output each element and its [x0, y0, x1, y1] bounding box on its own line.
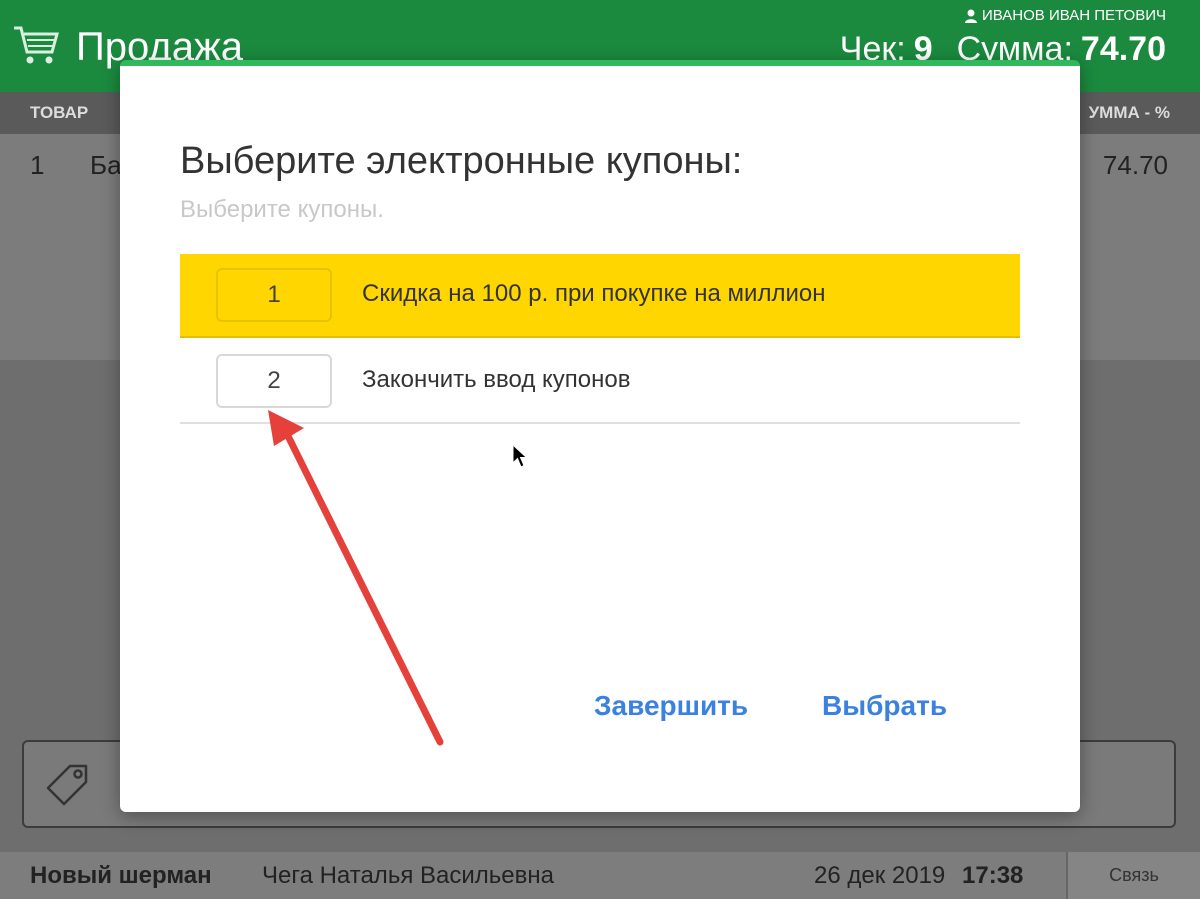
connection-button[interactable]: Связь	[1066, 852, 1200, 899]
option-label: Скидка на 100 р. при покупке на миллион	[362, 280, 826, 307]
shopping-cart-icon	[14, 26, 59, 64]
column-sum: УММА - %	[1088, 103, 1170, 122]
coupon-option-1[interactable]: 1 Скидка на 100 р. при покупке на миллио…	[180, 254, 1020, 338]
row-number: 1	[30, 150, 45, 180]
option-number: 2	[216, 354, 332, 408]
select-button[interactable]: Выбрать	[822, 690, 947, 722]
coupon-option-2[interactable]: 2 Закончить ввод купонов	[180, 340, 1020, 424]
tag-icon	[46, 764, 88, 806]
option-label: Закончить ввод купонов	[362, 366, 631, 393]
option-number: 1	[216, 268, 332, 322]
dialog-title: Выберите электронные купоны:	[180, 140, 743, 182]
status-bar: Новый шерман Чега Наталья Васильевна 26 …	[0, 852, 1200, 899]
cashier-name: Чега Наталья Васильевна	[262, 862, 554, 889]
mouse-cursor-icon	[512, 444, 528, 468]
row-name: Ба	[90, 150, 122, 180]
user-name: ИВАНОВ ИВАН ПЕТОВИЧ	[982, 7, 1166, 24]
user-icon	[965, 9, 978, 23]
coupon-dialog: Выберите электронные купоны: Выберите ку…	[120, 60, 1080, 812]
sum-value: 74.70	[1080, 30, 1166, 68]
row-sum: 74.70	[1102, 150, 1168, 180]
current-time: 17:38	[962, 862, 1024, 889]
finish-button[interactable]: Завершить	[594, 690, 748, 722]
current-date: 26 дек 2019	[814, 862, 946, 889]
current-user: ИВАНОВ ИВАН ПЕТОВИЧ	[964, 6, 1166, 26]
column-product: ТОВАР	[30, 103, 89, 122]
dialog-subtitle: Выберите купоны.	[180, 196, 384, 223]
store-name: Новый шерман	[30, 862, 212, 889]
